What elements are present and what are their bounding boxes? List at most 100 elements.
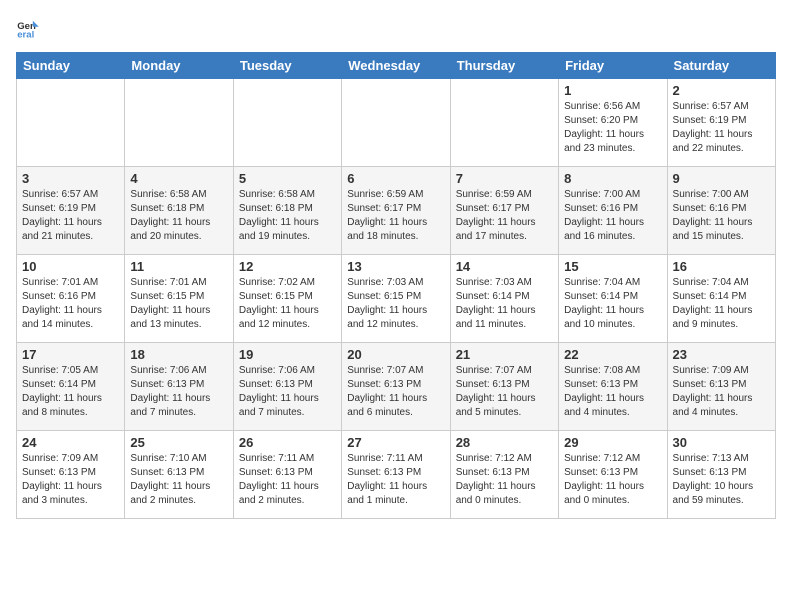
day-number: 8	[564, 171, 661, 186]
calendar-cell: 3 Sunrise: 6:57 AM Sunset: 6:19 PM Daylig…	[17, 167, 125, 255]
calendar-week-5: 24 Sunrise: 7:09 AM Sunset: 6:13 PM Dayli…	[17, 431, 776, 519]
weekday-header-friday: Friday	[559, 53, 667, 79]
calendar-cell: 8 Sunrise: 7:00 AM Sunset: 6:16 PM Daylig…	[559, 167, 667, 255]
day-info: Sunrise: 7:03 AM Sunset: 6:15 PM Dayligh…	[347, 276, 444, 332]
day-info: Sunrise: 6:57 AM Sunset: 6:19 PM Dayligh…	[22, 188, 119, 244]
day-number: 4	[130, 171, 227, 186]
day-info: Sunrise: 7:11 AM Sunset: 6:13 PM Dayligh…	[347, 452, 444, 508]
calendar-cell: 9Sunrise: 7:00 AM Sunset: 6:16 PM Daylig…	[667, 167, 775, 255]
logo: Gen eral	[16, 16, 44, 40]
day-number: 3	[22, 171, 119, 186]
weekday-header-saturday: Saturday	[667, 53, 775, 79]
day-number: 2	[673, 83, 770, 98]
weekday-header-tuesday: Tuesday	[233, 53, 341, 79]
calendar-table: SundayMondayTuesdayWednesdayThursdayFrid…	[16, 52, 776, 519]
day-number: 19	[239, 347, 336, 362]
calendar-cell: 7 Sunrise: 6:59 AM Sunset: 6:17 PM Daylig…	[450, 167, 558, 255]
weekday-header-wednesday: Wednesday	[342, 53, 450, 79]
day-number: 27	[347, 435, 444, 450]
day-number: 23	[673, 347, 770, 362]
day-number: 26	[239, 435, 336, 450]
calendar-cell: 13 Sunrise: 7:03 AM Sunset: 6:15 PM Dayli…	[342, 255, 450, 343]
weekday-header-thursday: Thursday	[450, 53, 558, 79]
day-number: 12	[239, 259, 336, 274]
calendar-cell	[125, 79, 233, 167]
day-number: 28	[456, 435, 553, 450]
calendar-cell: 4 Sunrise: 6:58 AM Sunset: 6:18 PM Daylig…	[125, 167, 233, 255]
calendar-cell: 12 Sunrise: 7:02 AM Sunset: 6:15 PM Dayli…	[233, 255, 341, 343]
day-info: Sunrise: 6:58 AM Sunset: 6:18 PM Dayligh…	[130, 188, 227, 244]
day-info: Sunrise: 7:12 AM Sunset: 6:13 PM Dayligh…	[456, 452, 553, 508]
calendar-cell: 6 Sunrise: 6:59 AM Sunset: 6:17 PM Daylig…	[342, 167, 450, 255]
day-info: Sunrise: 7:08 AM Sunset: 6:13 PM Dayligh…	[564, 364, 661, 420]
calendar-cell	[450, 79, 558, 167]
day-info: Sunrise: 7:01 AM Sunset: 6:16 PM Dayligh…	[22, 276, 119, 332]
day-number: 15	[564, 259, 661, 274]
day-number: 6	[347, 171, 444, 186]
day-number: 1	[564, 83, 661, 98]
day-number: 29	[564, 435, 661, 450]
calendar-cell: 24 Sunrise: 7:09 AM Sunset: 6:13 PM Dayli…	[17, 431, 125, 519]
day-number: 9	[673, 171, 770, 186]
calendar-cell: 26 Sunrise: 7:11 AM Sunset: 6:13 PM Dayli…	[233, 431, 341, 519]
day-info: Sunrise: 7:03 AM Sunset: 6:14 PM Dayligh…	[456, 276, 553, 332]
day-info: Sunrise: 7:00 AM Sunset: 6:16 PM Dayligh…	[564, 188, 661, 244]
day-info: Sunrise: 6:59 AM Sunset: 6:17 PM Dayligh…	[347, 188, 444, 244]
calendar-cell: 27 Sunrise: 7:11 AM Sunset: 6:13 PM Dayli…	[342, 431, 450, 519]
calendar-cell: 16Sunrise: 7:04 AM Sunset: 6:14 PM Dayli…	[667, 255, 775, 343]
day-number: 21	[456, 347, 553, 362]
day-info: Sunrise: 7:05 AM Sunset: 6:14 PM Dayligh…	[22, 364, 119, 420]
day-info: Sunrise: 7:13 AM Sunset: 6:13 PM Dayligh…	[673, 452, 770, 508]
day-info: Sunrise: 7:07 AM Sunset: 6:13 PM Dayligh…	[347, 364, 444, 420]
svg-text:eral: eral	[17, 30, 34, 40]
day-info: Sunrise: 6:56 AM Sunset: 6:20 PM Dayligh…	[564, 100, 661, 156]
day-number: 30	[673, 435, 770, 450]
day-info: Sunrise: 7:10 AM Sunset: 6:13 PM Dayligh…	[130, 452, 227, 508]
calendar-cell: 1 Sunrise: 6:56 AM Sunset: 6:20 PM Daylig…	[559, 79, 667, 167]
day-info: Sunrise: 7:09 AM Sunset: 6:13 PM Dayligh…	[673, 364, 770, 420]
day-number: 7	[456, 171, 553, 186]
calendar-week-1: 1 Sunrise: 6:56 AM Sunset: 6:20 PM Daylig…	[17, 79, 776, 167]
day-info: Sunrise: 7:02 AM Sunset: 6:15 PM Dayligh…	[239, 276, 336, 332]
calendar-week-2: 3 Sunrise: 6:57 AM Sunset: 6:19 PM Daylig…	[17, 167, 776, 255]
day-info: Sunrise: 7:04 AM Sunset: 6:14 PM Dayligh…	[673, 276, 770, 332]
calendar-cell: 22 Sunrise: 7:08 AM Sunset: 6:13 PM Dayli…	[559, 343, 667, 431]
day-number: 13	[347, 259, 444, 274]
day-info: Sunrise: 7:11 AM Sunset: 6:13 PM Dayligh…	[239, 452, 336, 508]
day-info: Sunrise: 6:58 AM Sunset: 6:18 PM Dayligh…	[239, 188, 336, 244]
calendar-header-row: SundayMondayTuesdayWednesdayThursdayFrid…	[17, 53, 776, 79]
day-number: 14	[456, 259, 553, 274]
calendar-cell: 23 Sunrise: 7:09 AM Sunset: 6:13 PM Dayli…	[667, 343, 775, 431]
calendar-cell: 29 Sunrise: 7:12 AM Sunset: 6:13 PM Dayli…	[559, 431, 667, 519]
day-number: 5	[239, 171, 336, 186]
day-number: 22	[564, 347, 661, 362]
page-header: Gen eral	[16, 16, 776, 40]
calendar-cell	[342, 79, 450, 167]
day-info: Sunrise: 7:01 AM Sunset: 6:15 PM Dayligh…	[130, 276, 227, 332]
calendar-cell: 10Sunrise: 7:01 AM Sunset: 6:16 PM Dayli…	[17, 255, 125, 343]
calendar-cell: 17 Sunrise: 7:05 AM Sunset: 6:14 PM Dayli…	[17, 343, 125, 431]
day-info: Sunrise: 7:09 AM Sunset: 6:13 PM Dayligh…	[22, 452, 119, 508]
day-info: Sunrise: 7:06 AM Sunset: 6:13 PM Dayligh…	[239, 364, 336, 420]
calendar-week-4: 17 Sunrise: 7:05 AM Sunset: 6:14 PM Dayli…	[17, 343, 776, 431]
calendar-cell: 11Sunrise: 7:01 AM Sunset: 6:15 PM Dayli…	[125, 255, 233, 343]
weekday-header-sunday: Sunday	[17, 53, 125, 79]
day-number: 24	[22, 435, 119, 450]
calendar-cell: 28 Sunrise: 7:12 AM Sunset: 6:13 PM Dayli…	[450, 431, 558, 519]
calendar-cell: 5 Sunrise: 6:58 AM Sunset: 6:18 PM Daylig…	[233, 167, 341, 255]
calendar-week-3: 10Sunrise: 7:01 AM Sunset: 6:16 PM Dayli…	[17, 255, 776, 343]
calendar-cell: 25 Sunrise: 7:10 AM Sunset: 6:13 PM Dayli…	[125, 431, 233, 519]
calendar-cell: 19 Sunrise: 7:06 AM Sunset: 6:13 PM Dayli…	[233, 343, 341, 431]
day-number: 18	[130, 347, 227, 362]
day-number: 17	[22, 347, 119, 362]
calendar-cell: 2 Sunrise: 6:57 AM Sunset: 6:19 PM Daylig…	[667, 79, 775, 167]
day-info: Sunrise: 7:04 AM Sunset: 6:14 PM Dayligh…	[564, 276, 661, 332]
day-info: Sunrise: 7:07 AM Sunset: 6:13 PM Dayligh…	[456, 364, 553, 420]
day-info: Sunrise: 6:57 AM Sunset: 6:19 PM Dayligh…	[673, 100, 770, 156]
calendar-cell: 18Sunrise: 7:06 AM Sunset: 6:13 PM Dayli…	[125, 343, 233, 431]
day-info: Sunrise: 7:12 AM Sunset: 6:13 PM Dayligh…	[564, 452, 661, 508]
day-info: Sunrise: 6:59 AM Sunset: 6:17 PM Dayligh…	[456, 188, 553, 244]
calendar-cell: 20Sunrise: 7:07 AM Sunset: 6:13 PM Dayli…	[342, 343, 450, 431]
day-number: 25	[130, 435, 227, 450]
calendar-cell: 15 Sunrise: 7:04 AM Sunset: 6:14 PM Dayli…	[559, 255, 667, 343]
